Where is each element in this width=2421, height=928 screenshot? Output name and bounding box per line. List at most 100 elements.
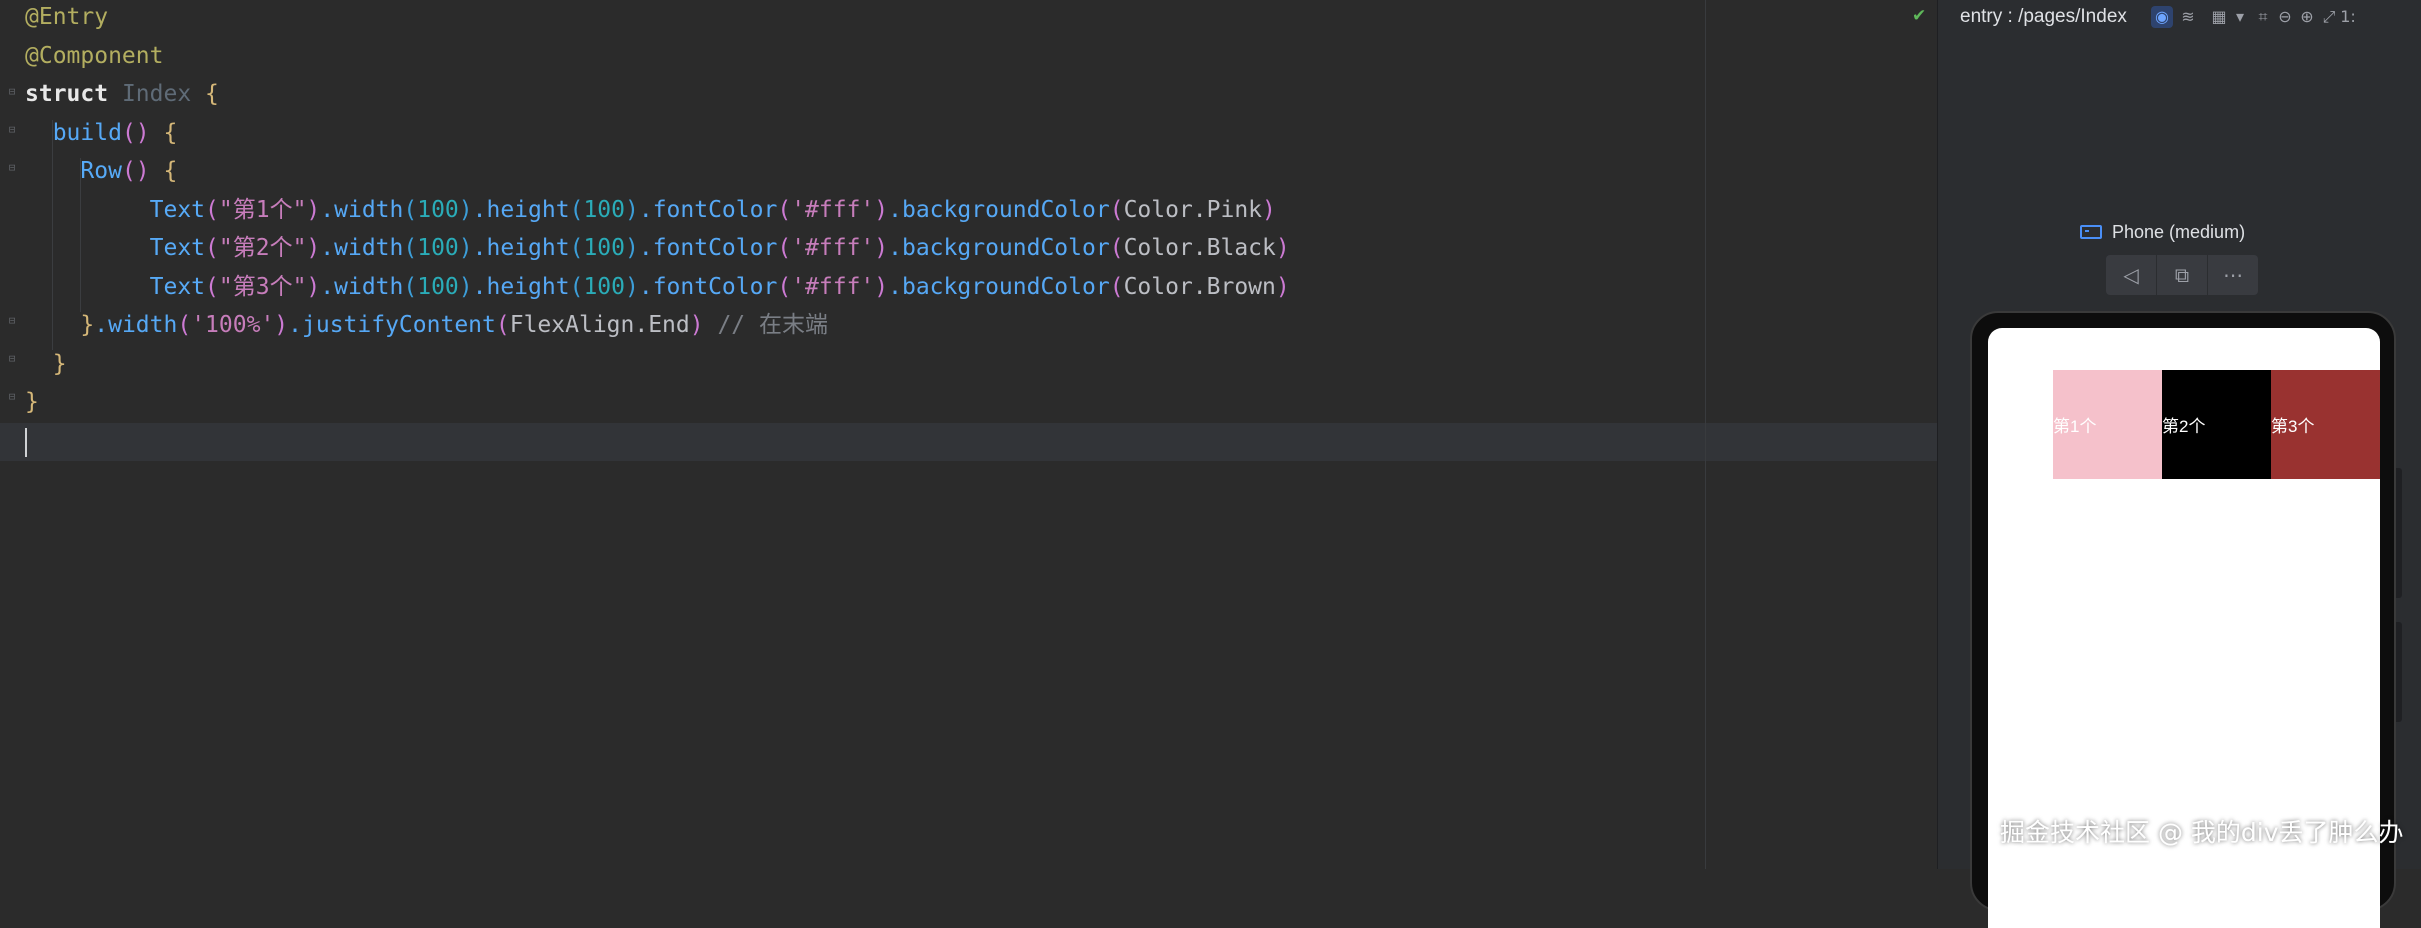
- code-token: FlexAlign.End: [509, 312, 690, 338]
- code-token: (: [569, 196, 584, 223]
- code-token: ): [1275, 273, 1290, 300]
- code-token: // 在末端: [703, 312, 828, 338]
- code-token: 100: [417, 235, 459, 261]
- code-line[interactable]: Text("第3个").width(100).height(100).fontC…: [25, 268, 1290, 306]
- code-token: Color.Pink: [1123, 196, 1263, 223]
- code-token: "第3个": [218, 273, 307, 300]
- grid-icon[interactable]: ▦: [2208, 6, 2230, 28]
- code-token: ): [689, 312, 704, 338]
- rotate-icon[interactable]: ⧉: [2157, 255, 2208, 295]
- layers-icon[interactable]: ≋: [2177, 6, 2199, 28]
- code-token: "第1个": [218, 196, 307, 223]
- fold-marker-icon[interactable]: ⊟: [6, 315, 18, 327]
- zoom-ratio-label[interactable]: 1:: [2338, 6, 2358, 28]
- preview-text-cell[interactable]: 第2个: [2162, 370, 2271, 479]
- code-token: 100: [583, 235, 625, 261]
- code-token: {: [149, 119, 178, 146]
- device-name: Phone (medium): [2112, 221, 2246, 242]
- code-token: Row: [80, 158, 122, 184]
- zoom-out-icon[interactable]: ⊖: [2274, 6, 2296, 28]
- code-line[interactable]: build() {: [25, 114, 178, 152]
- code-line[interactable]: @Entry: [25, 0, 108, 36]
- code-token: .backgroundColor: [888, 273, 1110, 300]
- code-token: Index: [121, 81, 192, 107]
- code-line[interactable]: Text("第1个").width(100).height(100).fontC…: [25, 191, 1276, 229]
- code-token: .width: [320, 235, 404, 261]
- code-token: (: [495, 312, 510, 338]
- code-token: 100: [417, 196, 459, 223]
- more-icon[interactable]: ⋯: [2208, 255, 2258, 295]
- fit-icon[interactable]: ⤢: [2318, 6, 2340, 28]
- page-route-label[interactable]: entry : /pages/Index: [1960, 6, 2127, 28]
- code-token: '#fff': [791, 273, 875, 300]
- code-line[interactable]: }: [25, 383, 39, 421]
- code-token: (: [205, 273, 219, 300]
- code-token: '#fff': [791, 196, 875, 223]
- code-token: {: [149, 158, 178, 184]
- code-token: ): [306, 273, 321, 300]
- code-line[interactable]: }: [25, 345, 67, 383]
- fold-marker-icon[interactable]: ⊟: [6, 124, 18, 136]
- code-token: ): [624, 273, 639, 300]
- current-line-highlight: [0, 423, 1938, 461]
- previewer-panel: entry : /pages/Index ◉ ≋ ▦ ▾ ⌗ ⊖ ⊕ ⤢ 1: …: [1938, 0, 2421, 928]
- code-token: (: [205, 196, 219, 223]
- code-token: (): [121, 158, 150, 184]
- zoom-in-icon[interactable]: ⊕: [2296, 6, 2318, 28]
- no-errors-check-icon[interactable]: ✔: [1912, 6, 1926, 26]
- code-token: .height: [472, 196, 570, 223]
- code-token: (: [1109, 235, 1124, 261]
- code-token: .fontColor: [638, 273, 778, 300]
- fold-marker-icon[interactable]: ⊟: [6, 391, 18, 403]
- code-token: '100%': [191, 312, 275, 338]
- code-token: ): [1275, 235, 1290, 261]
- code-token: .width: [320, 196, 404, 223]
- code-token: (: [205, 235, 219, 261]
- phone-side-button: [2396, 468, 2402, 598]
- phone-side-button: [2396, 622, 2402, 722]
- fold-marker-icon[interactable]: ⊟: [6, 353, 18, 365]
- crop-icon[interactable]: ⌗: [2252, 6, 2274, 28]
- code-token: (: [403, 196, 418, 223]
- back-icon[interactable]: ◁: [2106, 255, 2157, 295]
- code-token: ): [874, 196, 889, 223]
- preview-text-cell[interactable]: 第3个: [2271, 370, 2380, 479]
- code-token: ): [874, 235, 889, 261]
- code-line[interactable]: }.width('100%').justifyContent(FlexAlign…: [25, 306, 828, 344]
- preview-text-cell[interactable]: 第1个: [2053, 370, 2162, 479]
- code-token: .backgroundColor: [888, 235, 1110, 261]
- code-token: (: [177, 312, 192, 338]
- code-token: 100: [583, 273, 625, 300]
- code-token: "第2个": [218, 235, 307, 261]
- code-token: .width: [94, 312, 178, 338]
- code-token: (: [403, 235, 418, 261]
- code-line[interactable]: @Component: [25, 37, 163, 75]
- device-selector[interactable]: Phone (medium): [2080, 219, 2245, 245]
- code-token: @Entry: [25, 4, 109, 30]
- code-line[interactable]: Text("第2个").width(100).height(100).fontC…: [25, 229, 1290, 267]
- code-token: ): [306, 196, 321, 223]
- code-token: ): [274, 312, 289, 338]
- code-token: }: [52, 350, 67, 377]
- fold-marker-icon[interactable]: ⊟: [6, 162, 18, 174]
- code-line[interactable]: struct Index {: [25, 75, 219, 113]
- code-token: (: [569, 235, 584, 261]
- code-token: ): [306, 235, 321, 261]
- code-token: struct: [25, 81, 109, 107]
- code-token: }: [80, 312, 95, 338]
- code-token: Text: [149, 235, 206, 261]
- code-line[interactable]: Row() {: [25, 152, 177, 190]
- dropdown-icon[interactable]: ▾: [2229, 6, 2251, 28]
- code-token: (: [569, 273, 584, 300]
- fold-marker-icon[interactable]: ⊟: [6, 86, 18, 98]
- code-editor[interactable]: ⊟ ⊟ ⊟ ⊟ ⊟ ⊟ @Entry @Component struct Index…: [0, 0, 1938, 869]
- eye-icon[interactable]: ◉: [2151, 6, 2173, 28]
- device-controls: ◁ ⧉ ⋯: [2106, 255, 2258, 295]
- editor-gutter: ⊟ ⊟ ⊟ ⊟ ⊟ ⊟: [0, 0, 22, 869]
